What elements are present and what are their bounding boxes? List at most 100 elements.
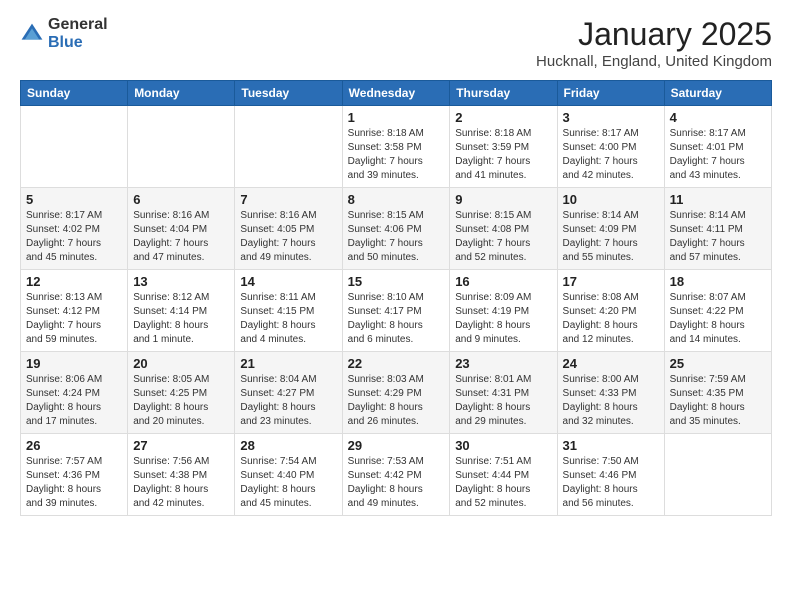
day-info: Sunrise: 8:12 AM Sunset: 4:14 PM Dayligh… — [133, 291, 229, 347]
day-number: 8 — [348, 192, 445, 207]
day-info: Sunrise: 8:00 AM Sunset: 4:33 PM Dayligh… — [563, 373, 659, 429]
calendar-cell: 7 Sunrise: 8:16 AM Sunset: 4:05 PM Daylig… — [235, 188, 342, 270]
calendar-cell: 10Sunrise: 8:14 AM Sunset: 4:09 PM Dayli… — [557, 188, 664, 270]
page: General Blue January 2025 Hucknall, Engl… — [0, 0, 792, 612]
day-number: 11 — [670, 192, 766, 207]
day-number: 2 — [455, 110, 551, 125]
day-header-saturday: Saturday — [664, 81, 771, 106]
day-info: Sunrise: 8:03 AM Sunset: 4:29 PM Dayligh… — [348, 373, 445, 429]
day-info: Sunrise: 8:05 AM Sunset: 4:25 PM Dayligh… — [133, 373, 229, 429]
day-number: 18 — [670, 274, 766, 289]
logo-general: General — [48, 16, 108, 34]
day-number: 1 — [348, 110, 445, 125]
day-header-thursday: Thursday — [450, 81, 557, 106]
day-info: Sunrise: 8:13 AM Sunset: 4:12 PM Dayligh… — [26, 291, 122, 347]
day-number: 31 — [563, 438, 659, 453]
day-info: Sunrise: 8:10 AM Sunset: 4:17 PM Dayligh… — [348, 291, 445, 347]
day-number: 4 — [670, 110, 766, 125]
calendar-cell: 4 Sunrise: 8:17 AM Sunset: 4:01 PM Daylig… — [664, 106, 771, 188]
day-info: Sunrise: 8:06 AM Sunset: 4:24 PM Dayligh… — [26, 373, 122, 429]
day-number: 15 — [348, 274, 445, 289]
logo-blue: Blue — [48, 34, 108, 52]
day-info: Sunrise: 8:15 AM Sunset: 4:08 PM Dayligh… — [455, 209, 551, 265]
calendar-cell: 8Sunrise: 8:15 AM Sunset: 4:06 PM Daylig… — [342, 188, 450, 270]
day-header-friday: Friday — [557, 81, 664, 106]
day-number: 25 — [670, 356, 766, 371]
logo: General Blue — [20, 16, 108, 51]
calendar-cell: 19 Sunrise: 8:06 AM Sunset: 4:24 PM Dayli… — [21, 352, 128, 434]
day-number: 3 — [563, 110, 659, 125]
day-info: Sunrise: 7:54 AM Sunset: 4:40 PM Dayligh… — [240, 455, 336, 511]
calendar-cell — [664, 434, 771, 516]
calendar-cell: 9Sunrise: 8:15 AM Sunset: 4:08 PM Daylig… — [450, 188, 557, 270]
calendar: SundayMondayTuesdayWednesdayThursdayFrid… — [20, 80, 772, 516]
day-info: Sunrise: 8:17 AM Sunset: 4:00 PM Dayligh… — [563, 127, 659, 183]
day-info: Sunrise: 8:04 AM Sunset: 4:27 PM Dayligh… — [240, 373, 336, 429]
calendar-cell: 30 Sunrise: 7:51 AM Sunset: 4:44 PM Dayli… — [450, 434, 557, 516]
location: Hucknall, England, United Kingdom — [536, 53, 772, 70]
calendar-header-row: SundayMondayTuesdayWednesdayThursdayFrid… — [21, 81, 772, 106]
day-header-monday: Monday — [128, 81, 235, 106]
calendar-cell: 14 Sunrise: 8:11 AM Sunset: 4:15 PM Dayli… — [235, 270, 342, 352]
day-number: 14 — [240, 274, 336, 289]
day-number: 7 — [240, 192, 336, 207]
day-number: 19 — [26, 356, 122, 371]
day-info: Sunrise: 8:09 AM Sunset: 4:19 PM Dayligh… — [455, 291, 551, 347]
calendar-cell: 12 Sunrise: 8:13 AM Sunset: 4:12 PM Dayli… — [21, 270, 128, 352]
day-info: Sunrise: 8:11 AM Sunset: 4:15 PM Dayligh… — [240, 291, 336, 347]
week-row-0: 1 Sunrise: 8:18 AM Sunset: 3:58 PM Daylig… — [21, 106, 772, 188]
day-info: Sunrise: 7:51 AM Sunset: 4:44 PM Dayligh… — [455, 455, 551, 511]
week-row-4: 26Sunrise: 7:57 AM Sunset: 4:36 PM Dayli… — [21, 434, 772, 516]
day-info: Sunrise: 8:16 AM Sunset: 4:04 PM Dayligh… — [133, 209, 229, 265]
day-info: Sunrise: 7:59 AM Sunset: 4:35 PM Dayligh… — [670, 373, 766, 429]
week-row-3: 19 Sunrise: 8:06 AM Sunset: 4:24 PM Dayli… — [21, 352, 772, 434]
day-info: Sunrise: 8:17 AM Sunset: 4:02 PM Dayligh… — [26, 209, 122, 265]
day-number: 20 — [133, 356, 229, 371]
day-header-tuesday: Tuesday — [235, 81, 342, 106]
calendar-cell: 21 Sunrise: 8:04 AM Sunset: 4:27 PM Dayli… — [235, 352, 342, 434]
day-number: 29 — [348, 438, 445, 453]
day-number: 21 — [240, 356, 336, 371]
logo-text: General Blue — [48, 16, 108, 51]
day-info: Sunrise: 8:14 AM Sunset: 4:11 PM Dayligh… — [670, 209, 766, 265]
calendar-cell: 31 Sunrise: 7:50 AM Sunset: 4:46 PM Dayli… — [557, 434, 664, 516]
logo-icon — [20, 22, 44, 46]
calendar-cell: 24 Sunrise: 8:00 AM Sunset: 4:33 PM Dayli… — [557, 352, 664, 434]
calendar-cell: 13 Sunrise: 8:12 AM Sunset: 4:14 PM Dayli… — [128, 270, 235, 352]
calendar-cell: 6 Sunrise: 8:16 AM Sunset: 4:04 PM Daylig… — [128, 188, 235, 270]
day-info: Sunrise: 8:07 AM Sunset: 4:22 PM Dayligh… — [670, 291, 766, 347]
day-number: 24 — [563, 356, 659, 371]
calendar-cell: 27Sunrise: 7:56 AM Sunset: 4:38 PM Dayli… — [128, 434, 235, 516]
day-info: Sunrise: 8:18 AM Sunset: 3:59 PM Dayligh… — [455, 127, 551, 183]
day-info: Sunrise: 8:14 AM Sunset: 4:09 PM Dayligh… — [563, 209, 659, 265]
calendar-cell: 17Sunrise: 8:08 AM Sunset: 4:20 PM Dayli… — [557, 270, 664, 352]
day-number: 12 — [26, 274, 122, 289]
calendar-cell: 5 Sunrise: 8:17 AM Sunset: 4:02 PM Daylig… — [21, 188, 128, 270]
calendar-cell: 3 Sunrise: 8:17 AM Sunset: 4:00 PM Daylig… — [557, 106, 664, 188]
calendar-cell: 22 Sunrise: 8:03 AM Sunset: 4:29 PM Dayli… — [342, 352, 450, 434]
calendar-cell: 11 Sunrise: 8:14 AM Sunset: 4:11 PM Dayli… — [664, 188, 771, 270]
day-info: Sunrise: 8:17 AM Sunset: 4:01 PM Dayligh… — [670, 127, 766, 183]
calendar-cell: 16Sunrise: 8:09 AM Sunset: 4:19 PM Dayli… — [450, 270, 557, 352]
day-number: 5 — [26, 192, 122, 207]
day-number: 22 — [348, 356, 445, 371]
day-info: Sunrise: 7:50 AM Sunset: 4:46 PM Dayligh… — [563, 455, 659, 511]
day-info: Sunrise: 8:18 AM Sunset: 3:58 PM Dayligh… — [348, 127, 445, 183]
calendar-cell: 1 Sunrise: 8:18 AM Sunset: 3:58 PM Daylig… — [342, 106, 450, 188]
day-info: Sunrise: 8:08 AM Sunset: 4:20 PM Dayligh… — [563, 291, 659, 347]
day-info: Sunrise: 7:56 AM Sunset: 4:38 PM Dayligh… — [133, 455, 229, 511]
day-info: Sunrise: 8:01 AM Sunset: 4:31 PM Dayligh… — [455, 373, 551, 429]
day-number: 28 — [240, 438, 336, 453]
calendar-cell: 18 Sunrise: 8:07 AM Sunset: 4:22 PM Dayli… — [664, 270, 771, 352]
day-number: 23 — [455, 356, 551, 371]
day-info: Sunrise: 8:16 AM Sunset: 4:05 PM Dayligh… — [240, 209, 336, 265]
day-number: 6 — [133, 192, 229, 207]
calendar-cell: 15 Sunrise: 8:10 AM Sunset: 4:17 PM Dayli… — [342, 270, 450, 352]
week-row-1: 5 Sunrise: 8:17 AM Sunset: 4:02 PM Daylig… — [21, 188, 772, 270]
calendar-cell — [128, 106, 235, 188]
calendar-cell: 25 Sunrise: 7:59 AM Sunset: 4:35 PM Dayli… — [664, 352, 771, 434]
day-number: 13 — [133, 274, 229, 289]
calendar-cell: 20 Sunrise: 8:05 AM Sunset: 4:25 PM Dayli… — [128, 352, 235, 434]
day-number: 30 — [455, 438, 551, 453]
calendar-cell — [235, 106, 342, 188]
